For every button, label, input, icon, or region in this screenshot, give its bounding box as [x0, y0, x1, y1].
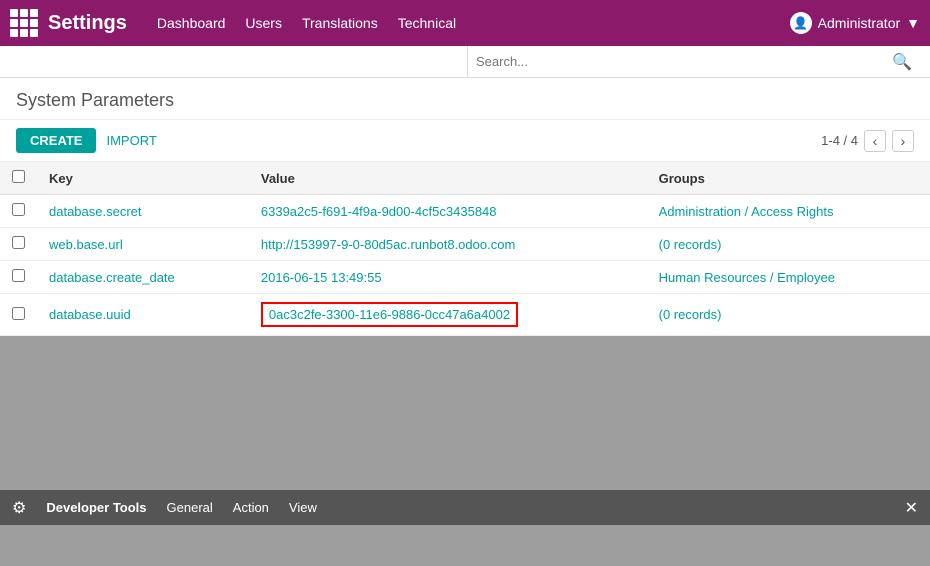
devtools-general[interactable]: General	[167, 500, 213, 515]
table-row: database.uuid 0ac3c2fe-3300-11e6-9886-0cc…	[0, 294, 930, 336]
cell-groups: Administration / Access Rights	[647, 195, 930, 228]
header-value: Value	[249, 162, 647, 195]
grid-menu-icon[interactable]	[10, 9, 38, 37]
cell-value[interactable]: 6339a2c5-f691-4f9a-9d00-4cf5c3435848	[249, 195, 647, 228]
table-row: database.secret6339a2c5-f691-4f9a-9d00-4…	[0, 195, 930, 228]
table-row: database.create_date2016-06-15 13:49:55H…	[0, 261, 930, 294]
nav-users[interactable]: Users	[245, 15, 282, 31]
nav-translations[interactable]: Translations	[302, 15, 378, 31]
table-header-row: Key Value Groups	[0, 162, 930, 195]
dev-tools-icon: ⚙	[12, 498, 26, 518]
cell-value[interactable]: http://153997-9-0-80d5ac.runbot8.odoo.co…	[249, 228, 647, 261]
dev-tools-close[interactable]: ✕	[905, 498, 918, 518]
devtools-view[interactable]: View	[289, 500, 317, 515]
select-all-checkbox[interactable]	[12, 170, 25, 183]
main-content: System Parameters CREATE IMPORT 1-4 / 4 …	[0, 78, 930, 336]
nav-links: Dashboard Users Translations Technical	[157, 15, 790, 31]
devtools-action[interactable]: Action	[233, 500, 269, 515]
row-checkbox[interactable]	[12, 236, 25, 249]
nav-technical[interactable]: Technical	[398, 15, 456, 31]
cell-key[interactable]: web.base.url	[37, 228, 249, 261]
empty-area	[0, 336, 930, 566]
header-groups: Groups	[647, 162, 930, 195]
dev-tools-footer: ⚙ Developer Tools General Action View ✕	[0, 490, 930, 525]
user-name: Administrator	[818, 15, 900, 31]
import-button[interactable]: IMPORT	[106, 133, 156, 148]
navbar: Settings Dashboard Users Translations Te…	[0, 0, 930, 46]
system-params-table: Key Value Groups database.secret6339a2c5…	[0, 162, 930, 336]
row-checkbox[interactable]	[12, 203, 25, 216]
user-menu[interactable]: 👤 Administrator ▼	[790, 12, 920, 34]
nav-dashboard[interactable]: Dashboard	[157, 15, 226, 31]
cell-groups: (0 records)	[647, 294, 930, 336]
highlighted-value: 0ac3c2fe-3300-11e6-9886-0cc47a6a4002	[261, 302, 518, 327]
page-header: System Parameters	[0, 78, 930, 120]
page-title: System Parameters	[16, 90, 174, 111]
search-input-wrap: 🔍	[467, 46, 920, 77]
cell-groups: (0 records)	[647, 228, 930, 261]
pagination-info: 1-4 / 4	[821, 133, 858, 148]
cell-value[interactable]: 0ac3c2fe-3300-11e6-9886-0cc47a6a4002	[249, 294, 647, 336]
row-checkbox[interactable]	[12, 269, 25, 282]
dev-tools-title: Developer Tools	[46, 500, 146, 515]
pagination-next[interactable]: ›	[892, 130, 914, 152]
search-icon[interactable]: 🔍	[884, 52, 920, 72]
cell-value[interactable]: 2016-06-15 13:49:55	[249, 261, 647, 294]
toolbar-left: CREATE IMPORT	[16, 128, 157, 153]
table-wrap: Key Value Groups database.secret6339a2c5…	[0, 162, 930, 336]
pagination-prev[interactable]: ‹	[864, 130, 886, 152]
header-key: Key	[37, 162, 249, 195]
cell-key[interactable]: database.uuid	[37, 294, 249, 336]
pagination: 1-4 / 4 ‹ ›	[821, 130, 914, 152]
cell-key[interactable]: database.create_date	[37, 261, 249, 294]
header-checkbox-col	[0, 162, 37, 195]
toolbar: CREATE IMPORT 1-4 / 4 ‹ ›	[0, 120, 930, 162]
user-avatar: 👤	[790, 12, 812, 34]
app-title: Settings	[48, 12, 127, 35]
row-checkbox[interactable]	[12, 307, 25, 320]
search-input[interactable]	[468, 46, 884, 77]
table-row: web.base.urlhttp://153997-9-0-80d5ac.run…	[0, 228, 930, 261]
user-dropdown-icon: ▼	[906, 15, 920, 31]
cell-groups: Human Resources / Employee	[647, 261, 930, 294]
cell-key[interactable]: database.secret	[37, 195, 249, 228]
search-bar: 🔍	[0, 46, 930, 78]
create-button[interactable]: CREATE	[16, 128, 96, 153]
